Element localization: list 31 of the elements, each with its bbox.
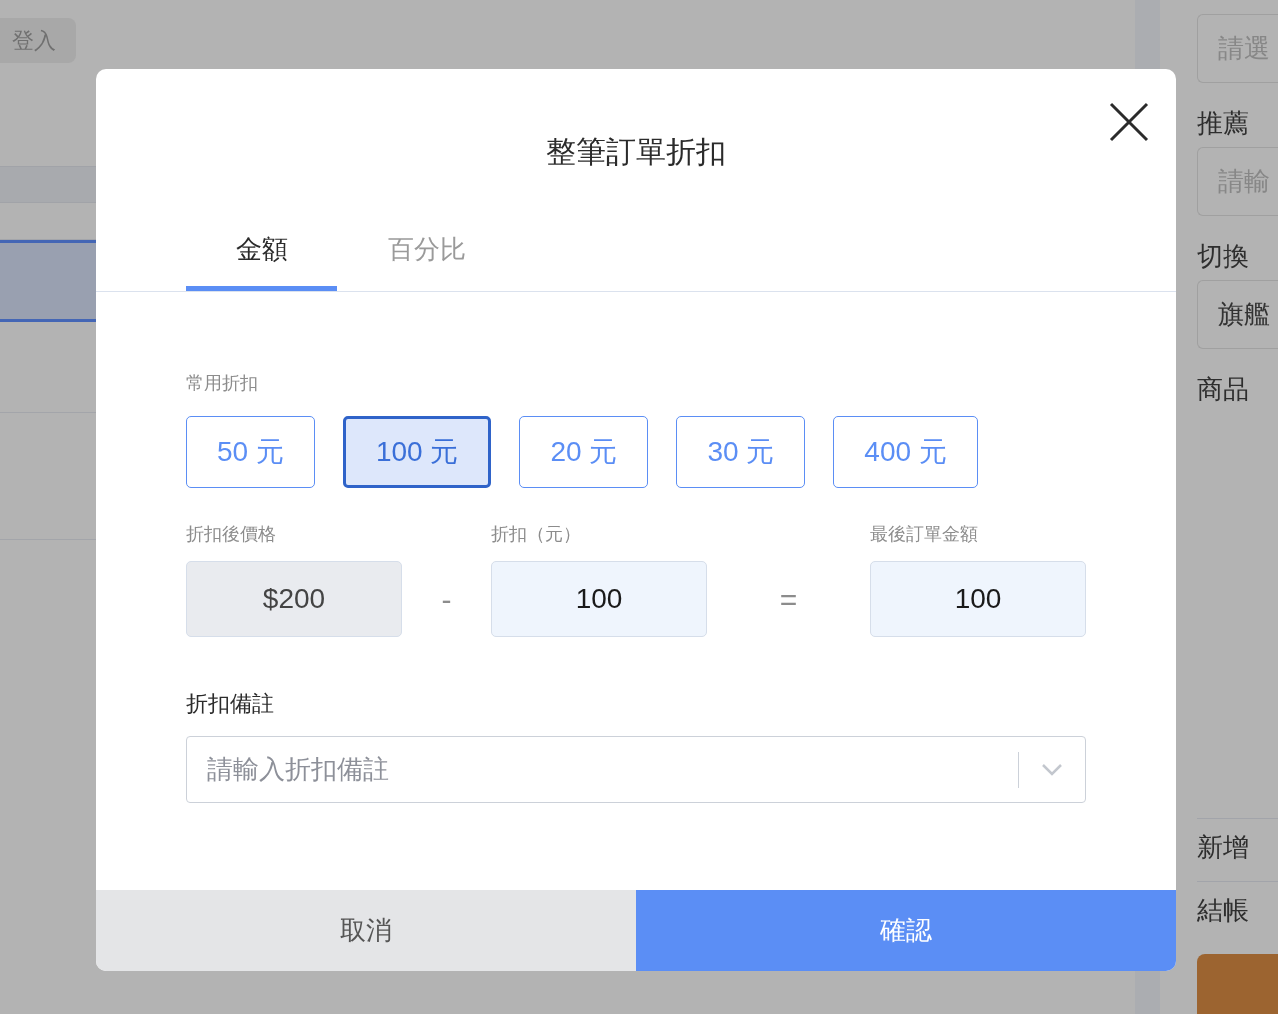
amount-field[interactable]: 100 [870,561,1086,637]
field-label: 折扣後價格 [186,523,277,546]
field-label: 切換 [1197,240,1250,273]
tab[interactable]: 百分比 [337,215,517,291]
operator-sign: = [779,581,798,618]
modal-title: 整筆訂單折扣 [545,134,727,170]
field-label: 推薦 [1197,107,1250,140]
field-label: 折扣備註 [186,690,275,718]
tab[interactable]: 金額 [186,215,337,291]
amount-field: $200 [186,561,402,637]
note-input[interactable]: 請輸入折扣備註 [187,749,1018,790]
cancel-button[interactable]: 取消 [96,890,636,971]
preset-button[interactable]: 400 元 [833,416,978,488]
field-label: 最後訂單金額 [870,523,979,546]
note-select[interactable]: 請輸入折扣備註 [186,736,1086,803]
preset-button[interactable]: 50 元 [186,416,315,488]
field-label: 折扣（元） [491,523,582,546]
section-label: 常用折扣 [186,372,259,395]
operator-sign: - [441,581,452,618]
amount-field[interactable]: 100 [491,561,707,637]
confirm-button[interactable]: 確認 [636,890,1176,971]
chevron-down-icon [1041,762,1063,777]
preset-button[interactable]: 20 元 [519,416,649,488]
summary-label: 新增 [1197,818,1278,881]
field-label: 商品 [1197,373,1250,406]
login-button[interactable]: 登入 [0,18,76,63]
close-icon[interactable] [1109,102,1149,142]
summary-label: 結帳 [1197,881,1278,944]
preset-button[interactable]: 30 元 [676,416,806,488]
input-field[interactable]: 旗艦 [1197,280,1278,349]
preset-button[interactable]: 100 元 [342,416,492,488]
